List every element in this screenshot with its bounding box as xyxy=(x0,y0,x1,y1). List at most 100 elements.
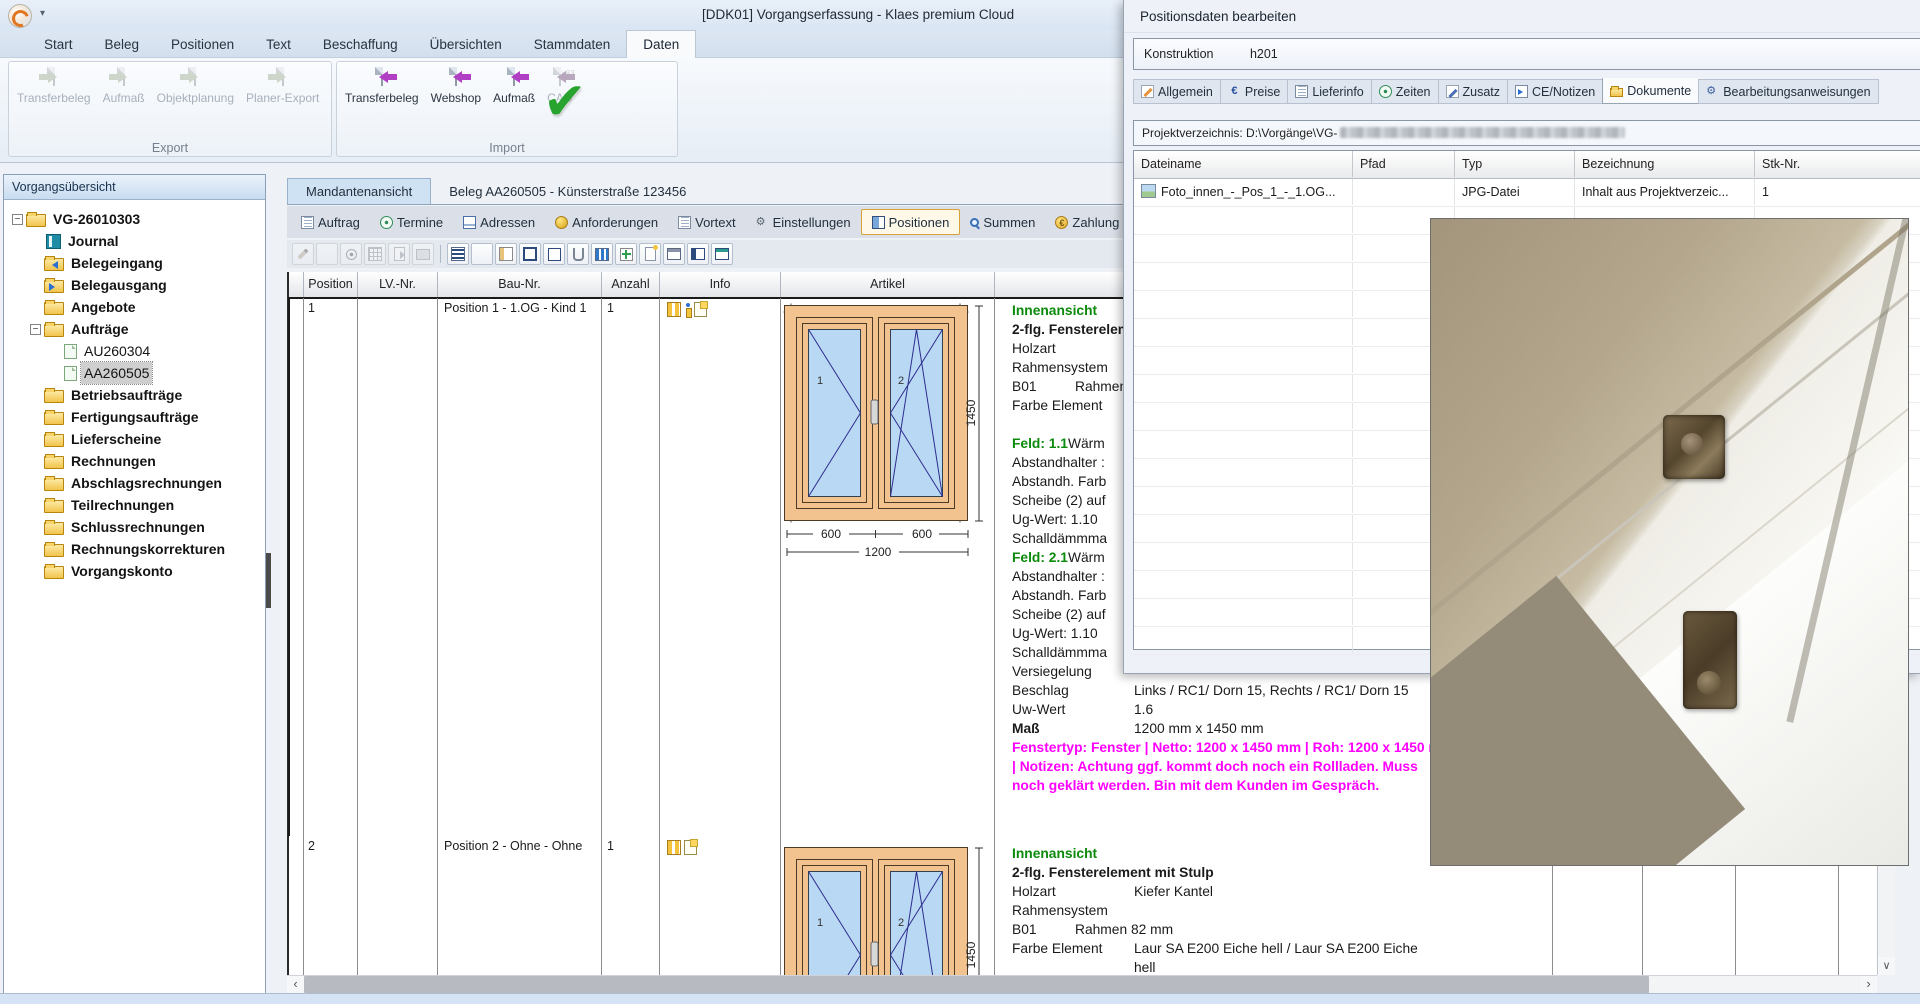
column-header-position[interactable]: Position xyxy=(304,272,358,297)
horizontal-scrollbar[interactable]: ‹ › xyxy=(287,975,1877,993)
scroll-down-icon[interactable]: ∨ xyxy=(1878,957,1895,975)
tab-anforderungen[interactable]: Anforderungen xyxy=(545,210,668,234)
scroll-left-icon[interactable]: ‹ xyxy=(287,976,304,993)
tab-positionen[interactable]: Positionen xyxy=(861,209,961,235)
column-header-pfad[interactable]: Pfad xyxy=(1353,151,1455,177)
ribbon-tab-übersichten[interactable]: Übersichten xyxy=(414,31,518,58)
tree-item-schlussrechnungen[interactable]: Schlussrechnungen xyxy=(4,516,265,538)
tree-item-aufträge[interactable]: −Aufträge xyxy=(4,318,265,340)
toolbar-icon-clip[interactable] xyxy=(567,243,589,265)
column-header-artikel[interactable]: Artikel xyxy=(781,272,995,297)
dialog-tab-zusatz[interactable]: Zusatz xyxy=(1438,79,1508,104)
toolbar-icon-arrowbox[interactable] xyxy=(543,243,565,265)
column-header-typ[interactable]: Typ xyxy=(1455,151,1575,177)
tree-item-lieferscheine[interactable]: Lieferscheine xyxy=(4,428,265,450)
column-header-info[interactable]: Info xyxy=(660,272,781,297)
view-tab-beleg-aa260505-künsterstraße-123456[interactable]: Beleg AA260505 - Künsterstraße 123456 xyxy=(431,179,704,204)
ribbon-button-webshop[interactable]: Webshop xyxy=(425,66,487,107)
toolbar-icon-box[interactable] xyxy=(519,243,541,265)
documents-table-row[interactable]: Foto_innen_-_Pos_1_-_1.OG...JPG-DateiInh… xyxy=(1134,179,1920,207)
hint-icon xyxy=(684,303,691,316)
tree-item-teilrechnungen[interactable]: Teilrechnungen xyxy=(4,494,265,516)
toolbar-icon-ruler[interactable] xyxy=(495,243,517,265)
docmove-glyph xyxy=(394,247,405,261)
tree-item-abschlagsrechnungen[interactable]: Abschlagsrechnungen xyxy=(4,472,265,494)
tree-item-rechnungen[interactable]: Rechnungen xyxy=(4,450,265,472)
app-logo-icon[interactable] xyxy=(8,4,32,28)
tree-item-angebote[interactable]: Angebote xyxy=(4,296,265,318)
tree-item-belegeingang[interactable]: Belegeingang xyxy=(4,252,265,274)
column-header-bau-nr[interactable]: Bau-Nr. xyxy=(438,272,602,297)
tree-item-journal[interactable]: Journal xyxy=(4,230,265,252)
tab-termine[interactable]: Termine xyxy=(370,210,453,234)
detail-label: Feld: 2.1 xyxy=(1012,548,1068,567)
ribbon-button-aufmaß[interactable]: Aufmaß xyxy=(487,66,541,107)
tab-summen[interactable]: Summen xyxy=(960,210,1045,234)
ribbon-tab-beleg[interactable]: Beleg xyxy=(89,31,156,58)
ribbon-tab-start[interactable]: Start xyxy=(28,31,89,58)
expander-icon[interactable]: − xyxy=(12,214,23,225)
tab-adressen[interactable]: Adressen xyxy=(453,210,545,234)
tab-zahlung[interactable]: €Zahlung xyxy=(1045,210,1129,234)
cell-border xyxy=(303,298,304,836)
ribbon-button-transferbeleg[interactable]: Transferbeleg xyxy=(339,66,425,107)
folder-icon xyxy=(44,544,64,557)
gear-icon: ⚙ xyxy=(1706,85,1719,98)
tree-item-betriebsaufträge[interactable]: Betriebsaufträge xyxy=(4,384,265,406)
column-header-bezeichnung[interactable]: Bezeichnung xyxy=(1575,151,1755,177)
cell-border xyxy=(780,836,781,975)
dialog-tab-label: CE/Notizen xyxy=(1532,85,1595,99)
tab-label: Adressen xyxy=(480,215,535,230)
tree-item-label: Schlussrechnungen xyxy=(68,516,208,538)
dialog-tab-ce-notizen[interactable]: CE/Notizen xyxy=(1507,79,1602,104)
import-doc-icon xyxy=(455,68,457,86)
card-icon xyxy=(463,216,476,229)
toolbar-icon-cross[interactable] xyxy=(615,243,637,265)
column-header-anzahl[interactable]: Anzahl xyxy=(602,272,660,297)
tree-item-aa260505[interactable]: AA260505 xyxy=(4,362,265,384)
ribbon-tab-beschaffung[interactable]: Beschaffung xyxy=(307,31,414,58)
expander-icon[interactable]: − xyxy=(30,324,41,335)
tab-einstellungen[interactable]: ⚙Einstellungen xyxy=(746,210,861,234)
tree-item-au260304[interactable]: AU260304 xyxy=(4,340,265,362)
dialog-tab-lieferinfo[interactable]: Lieferinfo xyxy=(1287,79,1370,104)
ribbon-tab-text[interactable]: Text xyxy=(250,31,307,58)
toolbar-icon-layout2[interactable] xyxy=(711,243,733,265)
dialog-tab-bearbeitungsanweisungen[interactable]: ⚙Bearbeitungsanweisungen xyxy=(1698,79,1878,104)
tab-vortext[interactable]: Vortext xyxy=(668,210,745,234)
panel-splitter-handle[interactable] xyxy=(266,553,271,608)
toolbar-icon-newdoc[interactable] xyxy=(639,243,661,265)
tree-item-vg-26010303[interactable]: − VG-26010303 xyxy=(4,208,265,230)
dialog-tab-dokumente[interactable]: Dokumente xyxy=(1602,78,1698,104)
toolbar-icon-bars[interactable] xyxy=(591,243,613,265)
column-header-blank[interactable] xyxy=(289,272,304,297)
column-header-stk-nr[interactable]: Stk-Nr. xyxy=(1755,151,1920,177)
column-header-lv-nr[interactable]: LV.-Nr. xyxy=(358,272,438,297)
tree-item-belegausgang[interactable]: Belegausgang xyxy=(4,274,265,296)
toolbar-icon-list[interactable] xyxy=(447,243,469,265)
dialog-tab-preise[interactable]: €Preise xyxy=(1220,79,1287,104)
scroll-right-icon[interactable]: › xyxy=(1860,976,1877,993)
tree-item-fertigungsaufträge[interactable]: Fertigungsaufträge xyxy=(4,406,265,428)
toolbar-icon-tablehdr[interactable] xyxy=(663,243,685,265)
tree-item-rechnungskorrekturen[interactable]: Rechnungskorrekturen xyxy=(4,538,265,560)
toolbar-icon-layout1[interactable] xyxy=(687,243,709,265)
tab-auftrag[interactable]: Auftrag xyxy=(291,210,370,234)
window-drawing: 1 2 1450 600 600 1200 xyxy=(783,302,993,560)
tree-item-label: VG-26010303 xyxy=(50,208,143,230)
dialog-tab-zeiten[interactable]: Zeiten xyxy=(1371,79,1438,104)
import-doc-icon xyxy=(381,68,383,86)
quick-access-caret-icon[interactable]: ▾ xyxy=(40,8,45,19)
toolbar-icon-info[interactable] xyxy=(471,243,493,265)
scrollbar-thumb[interactable] xyxy=(304,976,1649,993)
ribbon-tab-positionen[interactable]: Positionen xyxy=(155,31,250,58)
ribbon-tab-daten[interactable]: Daten xyxy=(626,30,696,58)
view-tab-mandantenansicht[interactable]: Mandantenansicht xyxy=(287,178,431,204)
tree-item-vorgangskonto[interactable]: Vorgangskonto xyxy=(4,560,265,582)
sum-icon xyxy=(970,218,979,227)
column-header-dateiname[interactable]: Dateiname xyxy=(1134,151,1353,177)
dialog-tab-allgemein[interactable]: Allgemein xyxy=(1133,79,1220,104)
project-directory-label: Projektverzeichnis: D:\Vorgänge\VG- xyxy=(1142,126,1337,140)
ribbon-tab-stammdaten[interactable]: Stammdaten xyxy=(518,31,627,58)
clock-icon xyxy=(1379,85,1392,98)
